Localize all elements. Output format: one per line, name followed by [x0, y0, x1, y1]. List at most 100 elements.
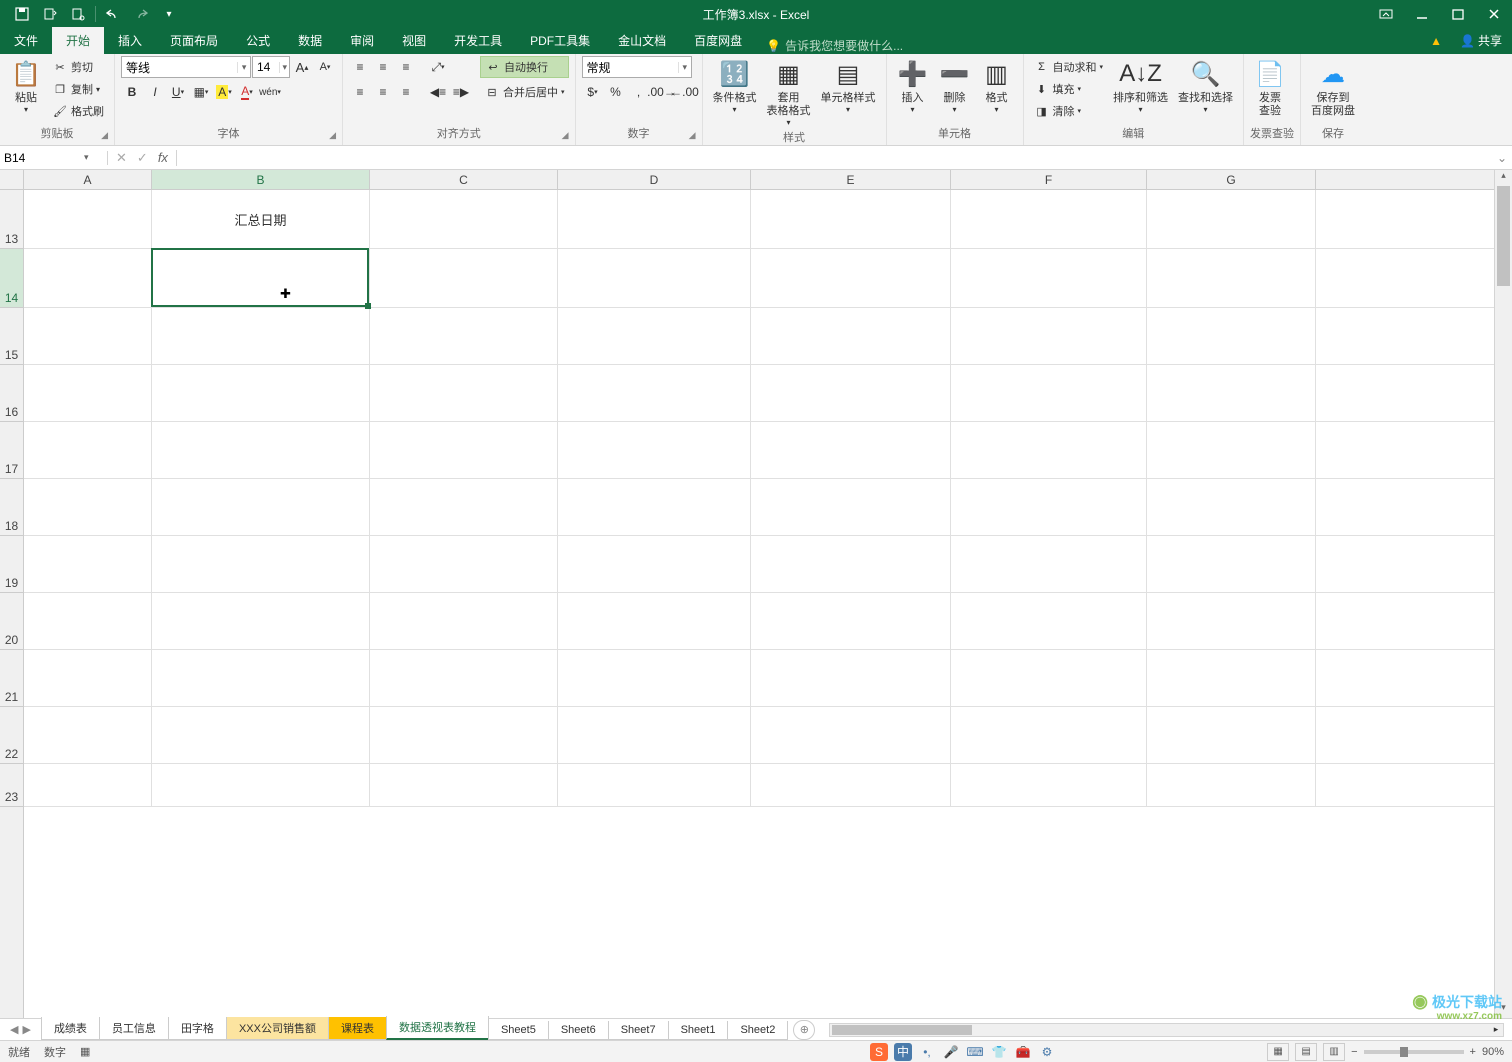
scroll-right-icon[interactable]: ▸ [1489, 1024, 1503, 1036]
cell[interactable] [370, 308, 558, 365]
save-baidu-button[interactable]: ☁保存到 百度网盘 [1307, 56, 1359, 120]
cell[interactable] [558, 479, 751, 536]
tab-jinshan[interactable]: 金山文档 [604, 27, 680, 54]
fill-color-button[interactable]: A▾ [213, 81, 235, 103]
cell[interactable] [24, 593, 152, 650]
sheet-nav-next-icon[interactable]: ▶ [22, 1023, 30, 1036]
minimize-icon[interactable] [1404, 0, 1440, 28]
decrease-font-icon[interactable]: A▾ [314, 56, 336, 78]
cell[interactable] [951, 536, 1147, 593]
align-bottom-icon[interactable]: ≡ [395, 56, 417, 78]
tab-data[interactable]: 数据 [284, 27, 336, 54]
sheet-tab[interactable]: XXX公司销售额 [226, 1017, 329, 1040]
ime-logo-icon[interactable]: S [870, 1043, 888, 1061]
format-cells-button[interactable]: ▥格式▾ [977, 56, 1017, 116]
tab-file[interactable]: 文件 [0, 27, 52, 54]
sheet-tab[interactable]: Sheet6 [548, 1021, 609, 1040]
cell[interactable] [152, 479, 370, 536]
cell[interactable] [370, 593, 558, 650]
column-header[interactable]: C [370, 170, 558, 189]
cell[interactable] [152, 249, 370, 308]
row-header[interactable]: 17 [0, 422, 23, 479]
paste-button[interactable]: 📋 粘贴 ▾ [6, 56, 46, 116]
cell[interactable] [751, 422, 951, 479]
align-center-icon[interactable]: ≡ [372, 81, 394, 103]
cell[interactable] [1147, 190, 1316, 249]
cell[interactable] [951, 422, 1147, 479]
redo-icon[interactable] [127, 2, 155, 26]
row-header[interactable]: 19 [0, 536, 23, 593]
tab-developer[interactable]: 开发工具 [440, 27, 516, 54]
cell[interactable] [558, 308, 751, 365]
cell[interactable] [951, 764, 1147, 807]
sheet-tab[interactable]: Sheet1 [668, 1021, 729, 1040]
cell[interactable] [24, 479, 152, 536]
horizontal-scrollbar[interactable]: ◂ ▸ [829, 1023, 1504, 1037]
cell[interactable] [951, 308, 1147, 365]
fx-icon[interactable]: fx [158, 150, 168, 165]
conditional-format-button[interactable]: 🔢条件格式▾ [709, 56, 761, 116]
tab-home[interactable]: 开始 [52, 27, 104, 54]
maximize-icon[interactable] [1440, 0, 1476, 28]
cell[interactable] [558, 422, 751, 479]
cell[interactable] [1147, 764, 1316, 807]
warning-icon[interactable]: ▲ [1430, 34, 1442, 48]
fill-button[interactable]: ⬇填充▾ [1030, 78, 1108, 100]
cell[interactable] [24, 707, 152, 764]
percent-format-icon[interactable]: % [605, 81, 627, 103]
page-break-view-button[interactable]: ▥ [1323, 1043, 1345, 1061]
bold-button[interactable]: B [121, 81, 143, 103]
cell[interactable] [751, 308, 951, 365]
ime-punct-icon[interactable]: •, [918, 1043, 936, 1061]
column-header[interactable]: E [751, 170, 951, 189]
dialog-launcher-icon[interactable]: ◢ [101, 130, 108, 141]
sheet-tab[interactable]: Sheet5 [488, 1021, 549, 1040]
cell[interactable] [951, 190, 1147, 249]
cell[interactable] [951, 707, 1147, 764]
cell[interactable] [1147, 308, 1316, 365]
cell[interactable] [24, 650, 152, 707]
qat-customize-icon[interactable]: ▾ [155, 2, 183, 26]
orientation-icon[interactable]: ⤢▾ [427, 56, 449, 78]
align-right-icon[interactable]: ≡ [395, 81, 417, 103]
font-size-combo[interactable]: ▾ [252, 56, 290, 78]
cell[interactable] [558, 365, 751, 422]
column-header[interactable]: A [24, 170, 152, 189]
ime-skin-icon[interactable]: 👕 [990, 1043, 1008, 1061]
copy-button[interactable]: ❐复制▾ [48, 78, 108, 100]
row-header[interactable]: 21 [0, 650, 23, 707]
zoom-level[interactable]: 90% [1482, 1046, 1504, 1058]
tab-pdf[interactable]: PDF工具集 [516, 27, 604, 54]
zoom-in-button[interactable]: + [1470, 1046, 1476, 1058]
cell[interactable] [951, 650, 1147, 707]
qat-btn-2[interactable] [36, 2, 64, 26]
add-sheet-button[interactable]: ⊕ [793, 1020, 815, 1040]
cell[interactable] [152, 422, 370, 479]
cell[interactable] [951, 479, 1147, 536]
wrap-text-button[interactable]: ↩自动换行 [480, 56, 569, 78]
font-name-combo[interactable]: ▾ [121, 56, 251, 78]
sheet-tab[interactable]: 成绩表 [41, 1017, 100, 1040]
chevron-down-icon[interactable]: ▾ [84, 152, 89, 163]
indent-increase-icon[interactable]: ≡▶ [450, 81, 472, 103]
sheet-tab[interactable]: 课程表 [328, 1017, 387, 1040]
cell[interactable] [24, 249, 152, 308]
ribbon-options-icon[interactable] [1368, 0, 1404, 28]
cell[interactable] [1147, 593, 1316, 650]
cell[interactable] [370, 479, 558, 536]
zoom-slider[interactable] [1364, 1050, 1464, 1054]
dialog-launcher-icon[interactable]: ◢ [562, 130, 569, 141]
font-color-button[interactable]: A▾ [236, 81, 258, 103]
sheet-tab[interactable]: Sheet7 [608, 1021, 669, 1040]
cell[interactable] [152, 764, 370, 807]
select-all-corner[interactable] [0, 170, 24, 190]
align-middle-icon[interactable]: ≡ [372, 56, 394, 78]
cell[interactable] [951, 365, 1147, 422]
tell-me-search[interactable]: 💡 告诉我您想要做什么... [766, 37, 903, 54]
cell[interactable] [1147, 536, 1316, 593]
scrollbar-thumb[interactable] [832, 1025, 972, 1035]
border-button[interactable]: ▦▾ [190, 81, 212, 103]
italic-button[interactable]: I [144, 81, 166, 103]
merge-center-button[interactable]: ⊟合并后居中▾ [480, 81, 569, 103]
ime-keyboard-icon[interactable]: ⌨ [966, 1043, 984, 1061]
